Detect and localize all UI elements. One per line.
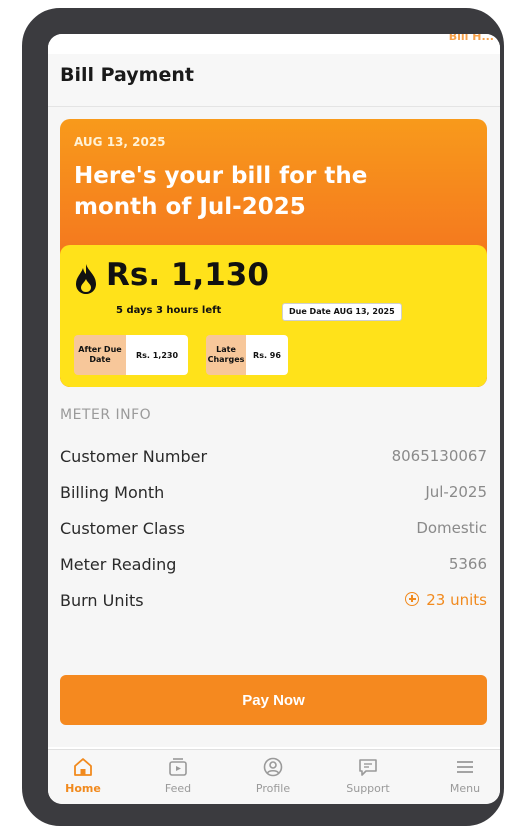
info-value: 8065130067 [391, 447, 487, 465]
late-charges-box: Late Charges Rs. 96 [206, 335, 288, 375]
time-left: 5 days 3 hours left [116, 305, 222, 316]
info-row-billing-month: Billing Month Jul-2025 [60, 483, 487, 513]
nav-label-home: Home [65, 782, 101, 795]
nav-item-menu[interactable]: Menu [430, 756, 500, 795]
header-bar: Bill Payment [48, 54, 500, 107]
info-label: Billing Month [60, 483, 165, 502]
app-screen: Bill H... Bill Payment AUG 13, 2025 Here… [48, 34, 500, 804]
late-charges-label: Late Charges [206, 335, 246, 375]
bill-date: AUG 13, 2025 [74, 135, 166, 149]
info-row-customer-number: Customer Number 8065130067 [60, 447, 487, 477]
nav-label-menu: Menu [449, 782, 481, 795]
profile-icon [263, 757, 283, 777]
feed-icon [169, 758, 187, 776]
main-content: AUG 13, 2025 Here's your bill for the mo… [48, 107, 500, 747]
home-icon [74, 758, 92, 776]
info-label: Customer Class [60, 519, 185, 538]
top-strip-text: Bill H... [448, 34, 494, 43]
support-icon [359, 759, 377, 776]
nav-label-feed: Feed [164, 782, 192, 795]
info-value: Jul-2025 [425, 483, 487, 501]
bottom-nav: Home Feed Profile Support Menu [48, 749, 500, 804]
nav-item-feed[interactable]: Feed [143, 756, 213, 795]
nav-item-home[interactable]: Home [48, 756, 118, 795]
info-label: Meter Reading [60, 555, 177, 574]
bill-amount: Rs. 1,130 [106, 257, 269, 293]
plus-circle-icon [405, 592, 420, 606]
after-due-date-label: After Due Date [74, 335, 126, 375]
menu-icon [457, 761, 473, 773]
info-value: Domestic [416, 519, 487, 537]
info-label: Burn Units [60, 591, 144, 610]
meter-info-title: METER INFO [60, 407, 152, 423]
nav-label-profile: Profile [255, 782, 291, 795]
info-row-meter-reading: Meter Reading 5366 [60, 555, 487, 585]
nav-label-support: Support [346, 782, 390, 795]
pay-now-button[interactable]: Pay Now [60, 675, 487, 725]
info-label: Customer Number [60, 447, 208, 466]
top-strip: Bill H... [48, 34, 500, 56]
bill-card: AUG 13, 2025 Here's your bill for the mo… [60, 119, 487, 387]
late-charges-value: Rs. 96 [246, 335, 288, 375]
bill-headline: Here's your bill for the month of Jul-20… [74, 163, 368, 220]
info-row-customer-class: Customer Class Domestic [60, 519, 487, 549]
after-due-date-box: After Due Date Rs. 1,230 [74, 335, 188, 375]
info-value: 5366 [448, 555, 487, 573]
nav-item-profile[interactable]: Profile [238, 756, 308, 795]
flame-icon [76, 264, 96, 294]
page-title: Bill Payment [60, 64, 194, 86]
burn-units-text: 23 units [426, 591, 487, 609]
amount-panel: Rs. 1,130 5 days 3 hours left Due Date A… [60, 245, 487, 387]
due-date-chip: Due Date AUG 13, 2025 [282, 303, 402, 321]
after-due-date-value: Rs. 1,230 [126, 335, 188, 375]
nav-item-support[interactable]: Support [333, 756, 403, 795]
info-row-burn-units: Burn Units 23 units [60, 591, 487, 621]
burn-units-value[interactable]: 23 units [405, 591, 487, 609]
